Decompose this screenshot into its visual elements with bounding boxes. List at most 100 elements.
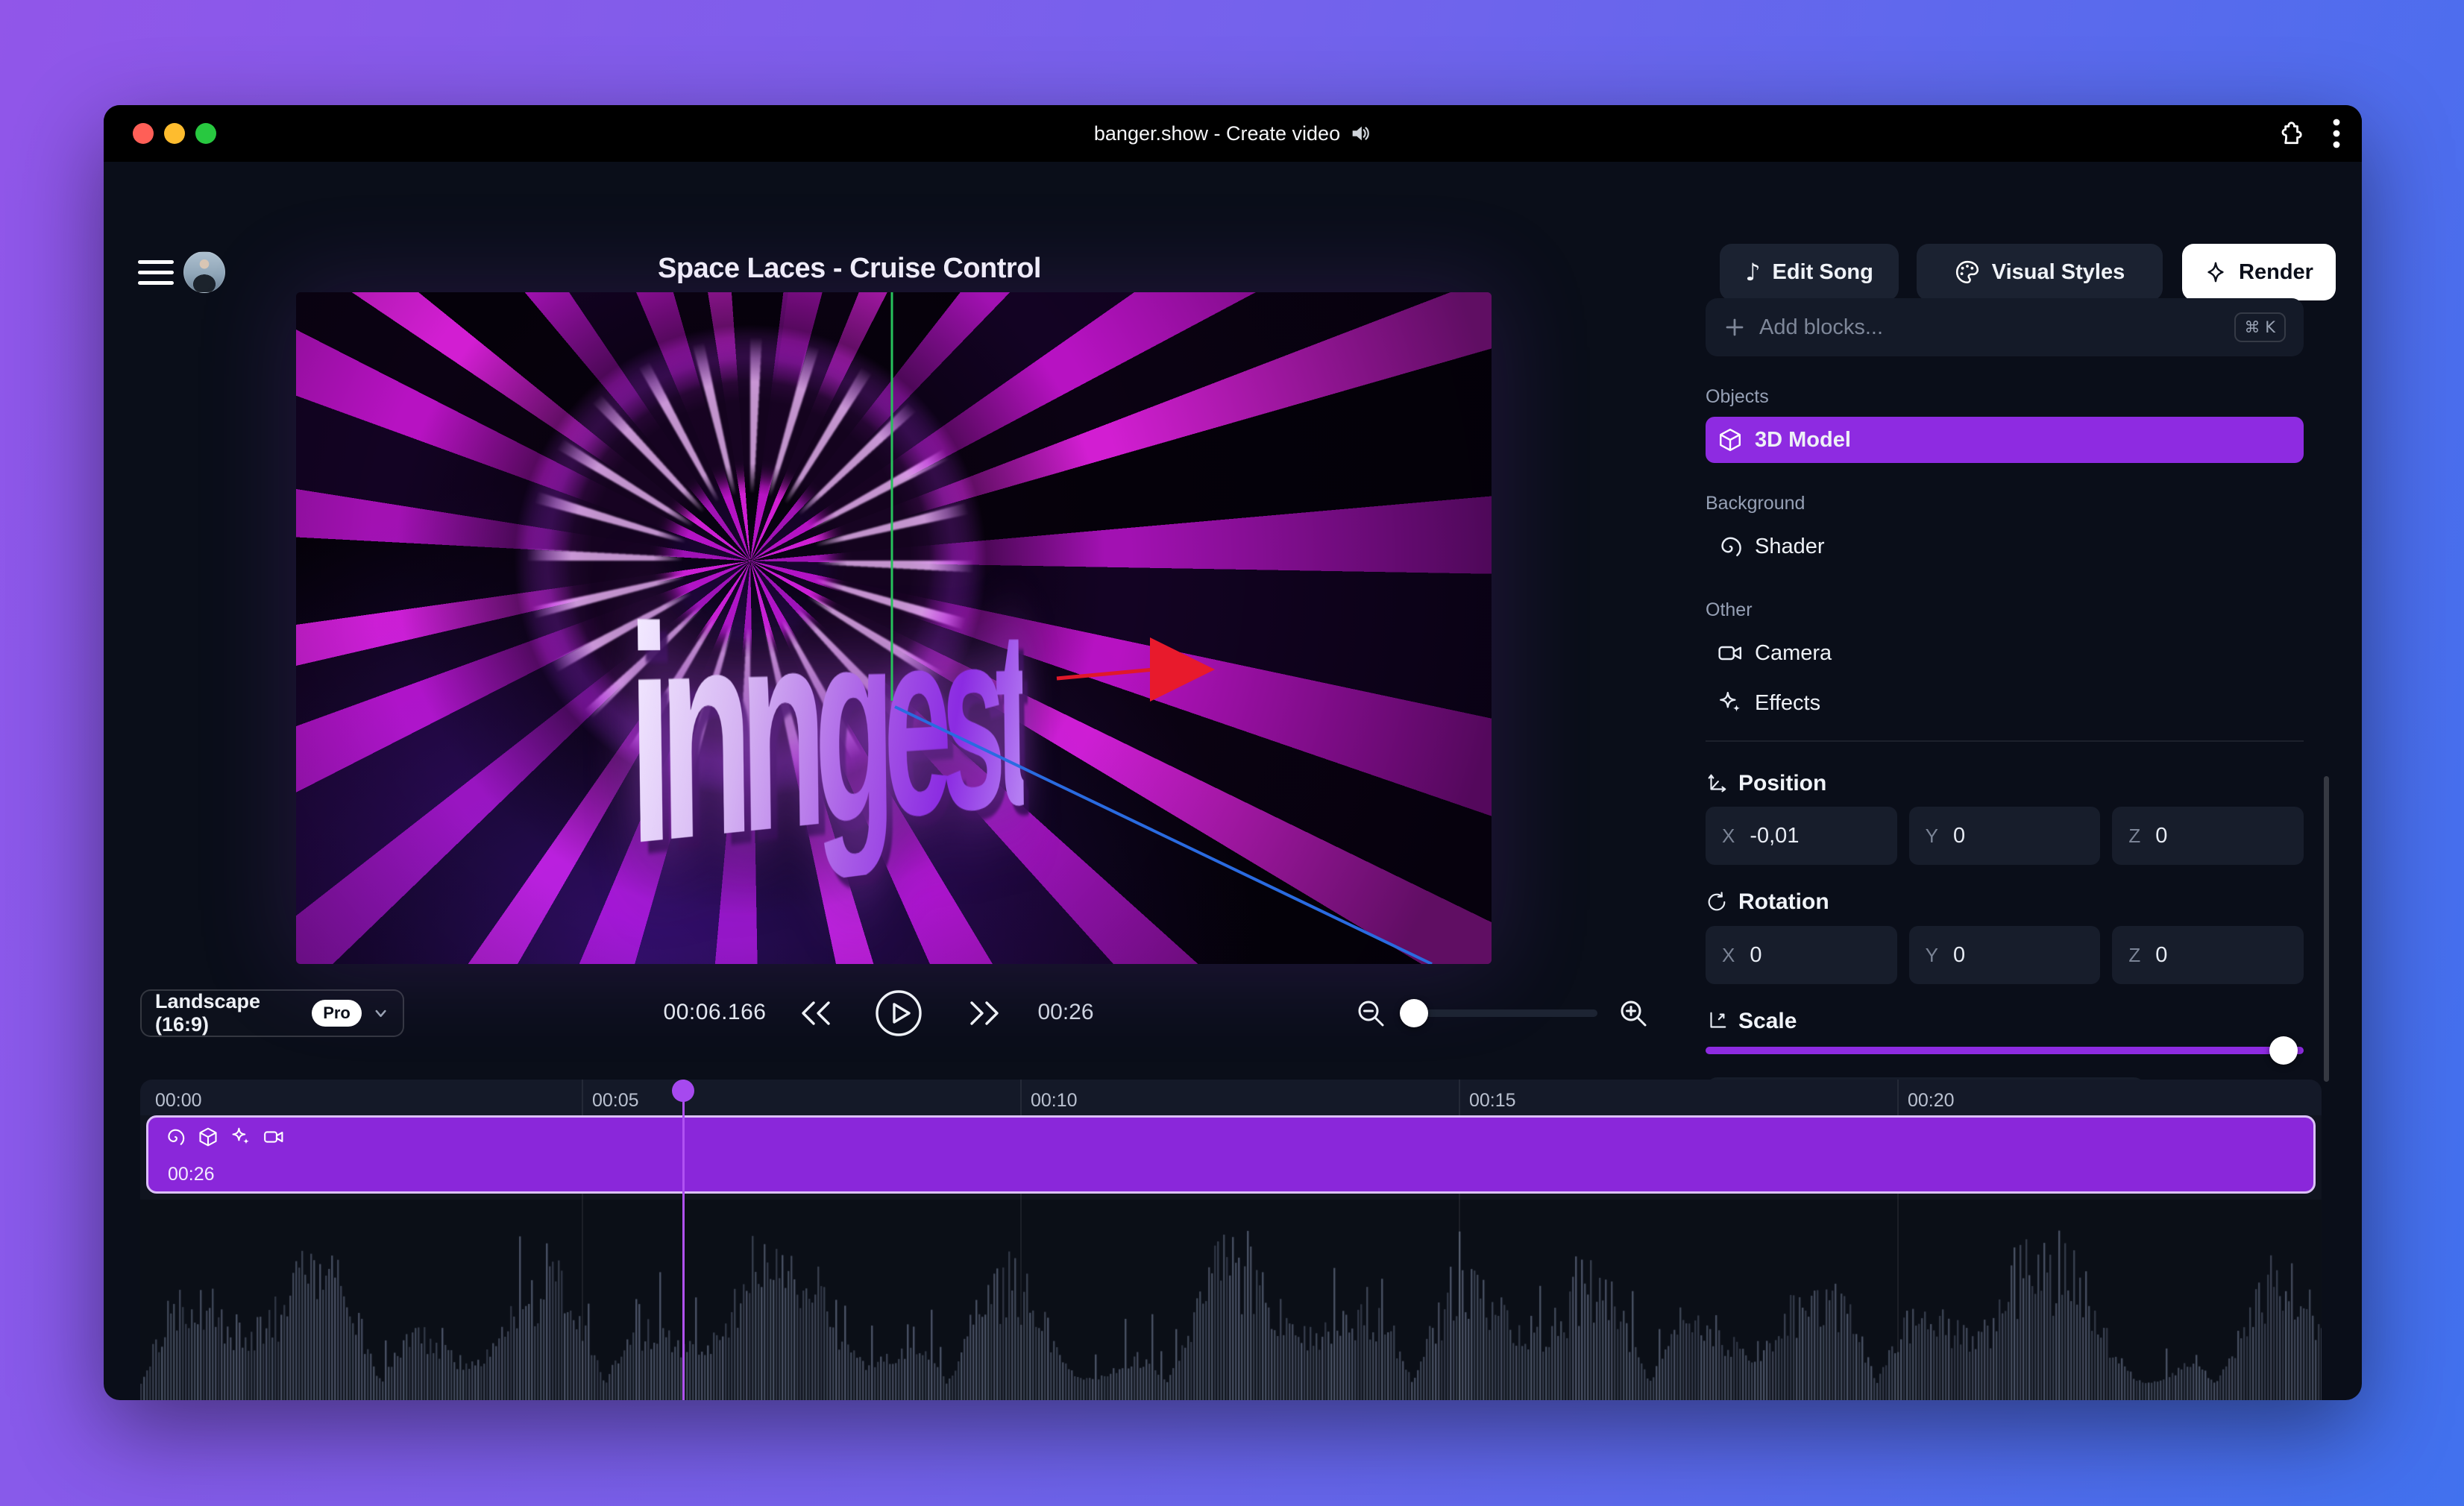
shader-icon	[168, 1129, 185, 1145]
scale-title: Scale	[1738, 1009, 1797, 1033]
page-title: Space Laces - Cruise Control	[658, 253, 1041, 284]
add-blocks-placeholder: Add blocks...	[1759, 315, 1884, 339]
ruler-tick: 00:20	[1908, 1090, 1955, 1111]
kebab-menu-icon[interactable]	[2332, 117, 2341, 150]
ruler-tick: 00:10	[1031, 1090, 1078, 1111]
zoom-out-icon	[1358, 1001, 1384, 1027]
shortcut-badge: ⌘ K	[2234, 312, 2286, 342]
zoom-out-button[interactable]	[1347, 989, 1395, 1037]
play-icon	[876, 990, 922, 1036]
fast-forward-icon	[970, 1001, 999, 1025]
visual-styles-label: Visual Styles	[1991, 259, 2125, 284]
rotation-icon	[1708, 892, 1726, 911]
ruler-tick: 00:00	[155, 1090, 202, 1111]
position-z-field[interactable]: Z 0	[2112, 807, 2304, 865]
scale-icon	[1710, 1012, 1726, 1028]
block-row-effects[interactable]: Effects	[1706, 680, 2304, 726]
scale-header: Scale	[1706, 1008, 2304, 1035]
playhead-knob[interactable]	[672, 1080, 694, 1102]
fast-forward-button[interactable]	[961, 989, 1009, 1037]
block-label: 3D Model	[1755, 427, 1851, 452]
transform-gizmo[interactable]	[296, 292, 1492, 964]
block-label: Effects	[1755, 690, 1821, 715]
audio-waveform[interactable]	[140, 1200, 2322, 1400]
scale-slider-thumb[interactable]	[2269, 1036, 2298, 1065]
timeline-panel: 00:00 00:05 00:10 00:15 00:20 00:26	[140, 1080, 2322, 1400]
app-window: banger.show - Create video Space Laces -…	[104, 105, 2362, 1400]
play-button[interactable]	[875, 989, 923, 1037]
sparkle-icon	[2207, 262, 2224, 283]
scale-slider-track[interactable]	[1706, 1047, 2304, 1054]
edit-song-button[interactable]: ♪ Edit Song	[1720, 244, 1899, 300]
scale-slider[interactable]	[1706, 1036, 2304, 1065]
cube-icon	[199, 1127, 217, 1147]
axis-value: 0	[1953, 823, 1966, 848]
add-blocks-input[interactable]: Add blocks... ⌘ K	[1706, 298, 2304, 356]
axis-label: Y	[1925, 943, 1939, 966]
rewind-button[interactable]	[791, 989, 839, 1037]
block-label: Shader	[1755, 534, 1825, 558]
duration-time: 00:26	[1037, 1000, 1094, 1024]
cube-icon	[1720, 428, 1741, 452]
hamburger-menu-icon[interactable]	[138, 254, 174, 290]
video-preview[interactable]: inngest	[296, 292, 1492, 964]
block-row-camera[interactable]: Camera	[1706, 630, 2304, 676]
window-title: banger.show - Create video	[1093, 122, 1341, 145]
render-button[interactable]: Render	[2182, 244, 2336, 300]
block-row-3d-model[interactable]: 3D Model	[1706, 417, 2304, 463]
inspector-sidebar: Add blocks... ⌘ K Objects 3D Model Backg…	[1706, 298, 2304, 1122]
ruler-tick: 00:05	[592, 1090, 639, 1111]
ruler-tick: 00:15	[1469, 1090, 1516, 1111]
position-x-field[interactable]: X -0,01	[1706, 807, 1897, 865]
camera-icon	[1718, 646, 1742, 661]
clip-duration: 00:26	[168, 1164, 215, 1185]
zoom-in-icon	[1621, 1001, 1647, 1027]
axis-value: 0	[2155, 823, 2168, 848]
effects-icon	[232, 1127, 249, 1144]
visual-styles-button[interactable]: Visual Styles	[1917, 244, 2163, 300]
axis-value: -0,01	[1750, 823, 1800, 848]
timeline-clip[interactable]: 00:26	[146, 1115, 2316, 1194]
block-label: Camera	[1755, 640, 1832, 665]
block-row-shader[interactable]: Shader	[1706, 523, 2304, 570]
position-fields: X -0,01 Y 0 Z 0	[1706, 807, 2304, 865]
axis-value: 0	[1750, 942, 1762, 967]
music-note-icon: ♪	[1745, 258, 1761, 286]
axis-label: Z	[2128, 943, 2141, 966]
rotation-z-field[interactable]: Z 0	[2112, 926, 2304, 984]
rotation-header: Rotation	[1706, 889, 2304, 916]
rotation-x-field[interactable]: X 0	[1706, 926, 1897, 984]
axis-label: X	[1722, 824, 1735, 847]
clip-icons	[165, 1127, 284, 1147]
divider	[1706, 740, 2304, 742]
section-label-other: Other	[1706, 599, 1753, 620]
camera-icon	[264, 1131, 283, 1143]
effects-icon	[1720, 692, 1741, 712]
pro-badge: Pro	[312, 1000, 362, 1027]
rotation-fields: X 0 Y 0 Z 0	[1706, 926, 2304, 984]
rotation-y-field[interactable]: Y 0	[1908, 926, 2101, 984]
timeline-zoom-slider[interactable]	[1400, 999, 1597, 1027]
axis-label: Z	[2128, 824, 2141, 847]
gizmo-x-axis	[1056, 667, 1154, 681]
sidebar-scrollbar[interactable]	[2324, 776, 2329, 1082]
avatar[interactable]	[183, 251, 225, 293]
timeline-ruler[interactable]: 00:00 00:05 00:10 00:15 00:20	[140, 1080, 2322, 1115]
position-y-field[interactable]: Y 0	[1908, 807, 2101, 865]
aspect-ratio-select[interactable]: Landscape (16:9) Pro	[140, 989, 404, 1037]
current-time: 00:06.166	[663, 1000, 767, 1024]
plus-icon	[1726, 318, 1744, 336]
extensions-puzzle-icon[interactable]	[2277, 120, 2304, 147]
palette-icon	[1955, 260, 1979, 284]
axis-value: 0	[1953, 942, 1966, 967]
edit-song-label: Edit Song	[1772, 259, 1873, 284]
position-axes-icon	[1708, 774, 1726, 793]
titlebar-actions	[2277, 105, 2341, 162]
zoom-in-button[interactable]	[1609, 989, 1657, 1037]
waveform-canvas	[140, 1200, 2322, 1400]
axis-label: Y	[1925, 824, 1939, 847]
playhead-line[interactable]	[682, 1080, 685, 1400]
timeline-zoom-thumb[interactable]	[1400, 999, 1428, 1027]
app-header: Space Laces - Cruise Control ♪ Edit Song…	[104, 162, 2362, 300]
gizmo-x-arrowhead	[1150, 637, 1215, 702]
